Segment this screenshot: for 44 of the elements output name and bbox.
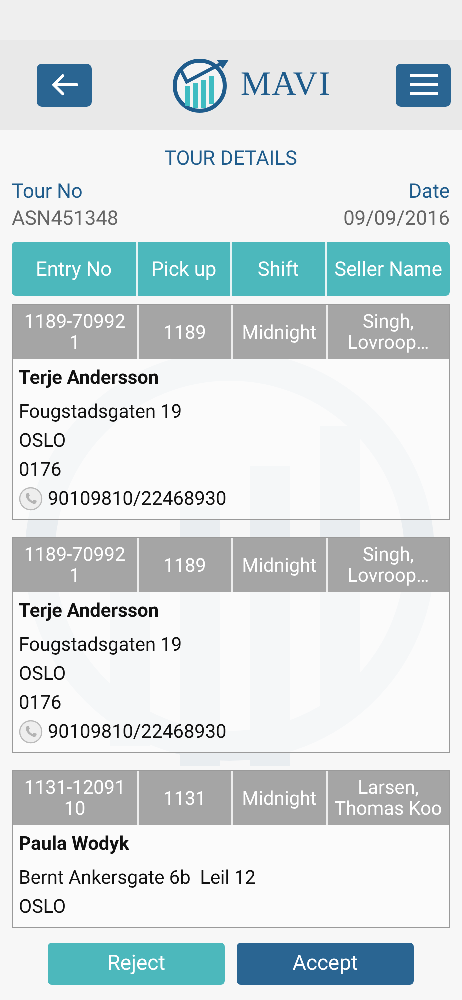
date-value: 09/09/2016: [344, 205, 450, 232]
back-button[interactable]: [37, 64, 92, 106]
accept-button[interactable]: Accept: [237, 943, 414, 985]
address-line: OSLO: [19, 894, 68, 920]
table-cell: Midnight: [231, 771, 326, 825]
address-line: Bernt Ankersgate 6b Leil 12: [19, 865, 257, 891]
table-cell: Singh, Lovroop…: [326, 538, 449, 592]
tour-label: Tour No: [12, 178, 84, 205]
customer-name: Paula Wodyk: [19, 831, 130, 857]
column-header: Pick up: [136, 242, 230, 296]
table-cell: Midnight: [231, 538, 326, 592]
back-arrow-icon: [50, 73, 80, 97]
customer-name: Terje Andersson: [19, 365, 160, 391]
column-header: Seller Name: [325, 242, 450, 296]
brand-name: MAVI: [240, 66, 332, 104]
table-cell-text: 1189-709921: [23, 309, 127, 356]
customer-name: Terje Andersson: [19, 598, 160, 624]
table-cell: Larsen, Thomas Koo: [326, 771, 449, 825]
date-label: Date: [408, 178, 450, 205]
phone-number: 90109810/22468930: [48, 720, 227, 743]
address-line: Fougstadsgaten 19: [19, 399, 184, 425]
table-cell: Midnight: [231, 305, 326, 359]
phone-icon: [19, 486, 43, 510]
column-header: Entry No: [34, 256, 113, 283]
table-cell: 1189: [137, 538, 231, 592]
tour-number: ASN451348: [12, 205, 119, 232]
address-line: OSLO: [19, 428, 68, 454]
menu-button[interactable]: [396, 64, 451, 106]
column-header: Shift: [230, 242, 325, 296]
table-cell: 1189: [137, 305, 231, 359]
table-cell: 1131: [137, 771, 231, 825]
address-line: 0176: [19, 690, 63, 716]
phone-number: 90109810/22468930: [48, 487, 227, 510]
address-line: Fougstadsgaten 19: [19, 632, 184, 658]
address-line: OSLO: [19, 661, 68, 687]
menu-icon: [408, 73, 440, 97]
page-title: TOUR DETAILS: [164, 146, 298, 170]
table-cell: Singh, Lovroop…: [326, 305, 449, 359]
table-cell-text: 1189-709921: [23, 542, 127, 589]
entry-card[interactable]: 1189-709921 1189 Midnight Singh, Lovroop… Terje Andersson Fougstadsgaten 19 OSLO 0176 90109810/22468930: [12, 304, 450, 520]
entry-card[interactable]: 1189-709921 1189 Midnight Singh, Lovroop… Terje Andersson Fougstadsgaten 19 OSLO 0176 90109810/22468930: [12, 537, 450, 753]
address-line: 0176: [19, 457, 63, 483]
table-cell-text: 1131-1209110: [23, 775, 127, 822]
phone-icon: [19, 720, 43, 744]
